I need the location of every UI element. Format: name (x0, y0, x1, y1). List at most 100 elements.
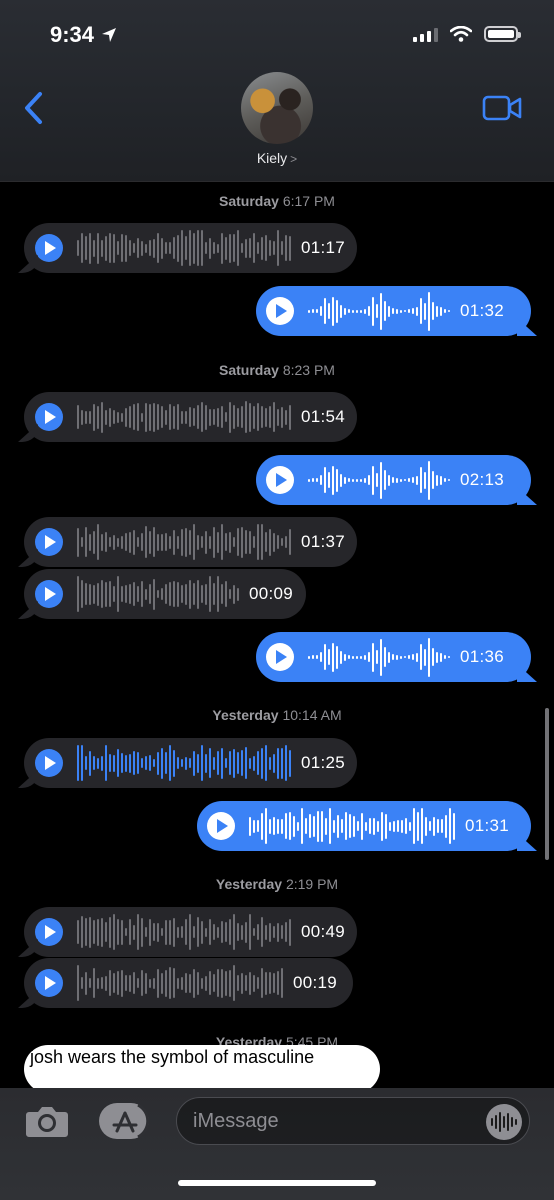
home-indicator[interactable] (178, 1180, 376, 1186)
waveform-bar (432, 302, 434, 320)
waveform-bar (233, 748, 235, 778)
waveform-bar (328, 649, 330, 665)
waveform-bar (89, 232, 91, 264)
waveform-bar (225, 758, 227, 768)
waveform-bar (317, 810, 319, 842)
waveform-bar (352, 478, 354, 482)
app-store-button[interactable] (98, 1101, 150, 1141)
play-button[interactable] (35, 749, 63, 777)
waveform-bar (133, 751, 135, 775)
waveform-bar (249, 402, 251, 432)
waveform-bar (161, 406, 163, 428)
waveform-bar (253, 819, 255, 833)
audio-message-incoming[interactable]: 00:19 (24, 958, 353, 1008)
audio-record-button[interactable] (486, 1104, 522, 1140)
audio-waveform[interactable] (249, 806, 455, 846)
waveform-bar (265, 407, 267, 427)
waveform-bar (420, 467, 422, 493)
waveform-bar (277, 230, 279, 266)
play-button[interactable] (35, 580, 63, 608)
play-button[interactable] (35, 403, 63, 431)
waveform-bar (181, 759, 183, 767)
play-button[interactable] (266, 297, 294, 325)
audio-waveform[interactable] (77, 743, 291, 783)
waveform-bar (189, 579, 191, 609)
waveform-bar (113, 973, 115, 993)
audio-message-incoming[interactable]: 00:49 (24, 907, 357, 957)
audio-waveform[interactable] (77, 397, 291, 437)
audio-message-incoming[interactable]: 01:17 (24, 223, 357, 273)
audio-waveform[interactable] (77, 912, 291, 952)
waveform-bar (332, 296, 334, 326)
waveform-bar (408, 478, 410, 482)
waveform-bar (273, 402, 275, 432)
waveform-bar (173, 917, 175, 947)
waveform-bar (361, 812, 363, 840)
waveform-bar (185, 583, 187, 605)
play-button[interactable] (266, 643, 294, 671)
waveform-bar (165, 584, 167, 604)
waveform-bar (161, 533, 163, 551)
camera-button[interactable] (25, 1102, 69, 1140)
waveform-bar (364, 477, 366, 483)
waveform-bar (245, 238, 247, 258)
waveform-bar (181, 976, 183, 990)
play-button[interactable] (35, 918, 63, 946)
waveform-bar (277, 535, 279, 549)
waveform-bar (97, 977, 99, 989)
scroll-indicator[interactable] (545, 708, 549, 860)
audio-message-outgoing[interactable]: 01:32 (256, 286, 531, 336)
play-button[interactable] (35, 969, 63, 997)
contact-name-button[interactable]: Kiely > (0, 150, 554, 166)
waveform-bar (376, 473, 378, 487)
audio-waveform[interactable] (77, 574, 239, 614)
waveform-bar (133, 529, 135, 555)
audio-message-incoming[interactable]: 01:54 (24, 392, 357, 442)
waveform-bar (137, 238, 139, 258)
text-message-incoming[interactable]: josh wears the symbol of masculine (24, 1045, 380, 1088)
audio-message-incoming[interactable]: 01:25 (24, 738, 357, 788)
play-button[interactable] (35, 234, 63, 262)
audio-message-incoming[interactable]: 00:09 (24, 569, 306, 619)
waveform-bar (157, 751, 159, 775)
audio-message-incoming[interactable]: 01:37 (24, 517, 357, 567)
audio-duration: 02:13 (460, 470, 505, 489)
video-call-button[interactable] (482, 94, 522, 122)
audio-waveform[interactable] (308, 291, 450, 331)
play-button[interactable] (35, 528, 63, 556)
waveform-bar (129, 753, 131, 773)
imessage-input[interactable] (176, 1097, 530, 1145)
waveform-bar (173, 968, 175, 998)
contact-avatar[interactable] (241, 72, 313, 144)
audio-message-outgoing[interactable]: 01:31 (197, 801, 531, 851)
waveform-bar (336, 645, 338, 669)
waveform-bar (448, 479, 450, 481)
message-thread[interactable]: Saturday 6:17 PM Saturday 8:23 PM Yester… (0, 181, 554, 1088)
waveform-bar (197, 579, 199, 609)
audio-waveform[interactable] (308, 637, 450, 677)
audio-waveform[interactable] (77, 522, 291, 562)
waveform-bar (237, 230, 239, 266)
waveform-bar (85, 527, 87, 557)
waveform-bar (281, 538, 283, 546)
waveform-bar (289, 812, 291, 840)
audio-message-outgoing[interactable]: 01:36 (256, 632, 531, 682)
audio-waveform[interactable] (77, 963, 283, 1003)
waveform-bar (428, 460, 430, 500)
waveform-bar (388, 474, 390, 486)
waveform-bar (269, 818, 271, 834)
waveform-bar (253, 405, 255, 429)
waveform-bar (145, 243, 147, 253)
waveform-bar (336, 299, 338, 323)
waveform-bar (93, 530, 95, 554)
waveform-bar (81, 745, 83, 781)
play-button[interactable] (207, 812, 235, 840)
back-button[interactable] (20, 90, 50, 126)
waveform-bar (440, 306, 442, 316)
waveform-bar (253, 755, 255, 771)
audio-waveform[interactable] (77, 228, 291, 268)
audio-message-outgoing[interactable]: 02:13 (256, 455, 531, 505)
waveform-bar (245, 921, 247, 943)
play-button[interactable] (266, 466, 294, 494)
audio-waveform[interactable] (308, 460, 450, 500)
